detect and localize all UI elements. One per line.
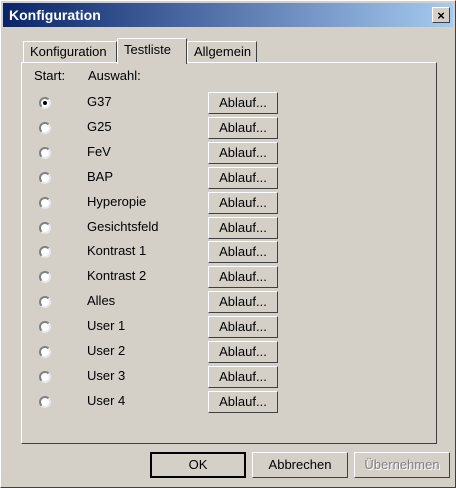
ablauf-label: Ablauf... [219,244,267,260]
start-radio[interactable] [39,146,51,159]
start-radio[interactable] [39,296,51,309]
start-radio[interactable] [39,97,51,109]
close-button[interactable]: × [432,7,450,23]
ok-label: OK [188,457,208,472]
window-title: Konfiguration [9,7,101,23]
test-label: User 4 [87,392,126,408]
test-label: User 2 [87,343,126,358]
start-radio[interactable] [39,395,51,408]
title-bar[interactable]: Konfiguration × [3,3,453,27]
ablauf-button[interactable]: Ablauf... [208,191,278,214]
ablauf-button[interactable]: Ablauf... [208,166,278,189]
test-row: Alles Ablauf... [35,291,295,316]
ablauf-label: Ablauf... [219,344,267,359]
test-label: Kontrast 2 [87,268,147,284]
ablauf-button[interactable]: Ablauf... [208,92,278,114]
ablauf-label: Ablauf... [219,119,267,135]
start-radio[interactable] [39,271,51,284]
test-row: Kontrast 1 Ablauf... [35,241,295,266]
test-row: User 1 Ablauf... [35,316,295,341]
ablauf-button[interactable]: Ablauf... [208,390,278,413]
apply-label: Übernehmen [364,457,440,472]
cancel-button[interactable]: Abbrechen [252,452,348,478]
tab-konfiguration[interactable]: Konfiguration [23,41,117,62]
test-row: BAP Ablauf... [35,166,295,192]
test-label: Hyperopie [87,193,147,209]
start-radio[interactable] [39,196,51,209]
ablauf-label: Ablauf... [219,194,267,210]
auswahl-column-header: Auswahl: [88,68,141,83]
ablauf-label: Ablauf... [219,169,267,185]
config-dialog: Konfiguration × Konfiguration Testliste … [0,0,456,488]
test-label: G25 [87,118,112,134]
ablauf-button[interactable]: Ablauf... [208,341,278,363]
ablauf-button[interactable]: Ablauf... [208,116,278,139]
test-label: User 1 [87,318,126,334]
tab-allgemein[interactable]: Allgemein [187,41,257,62]
test-row: Kontrast 2 Ablauf... [35,266,295,291]
ablauf-button[interactable]: Ablauf... [208,216,278,239]
ablauf-label: Ablauf... [219,294,267,310]
ablauf-button[interactable]: Ablauf... [208,291,278,314]
start-radio[interactable] [39,321,51,334]
ablauf-button[interactable]: Ablauf... [208,365,278,388]
apply-button: Übernehmen [354,452,450,478]
close-icon: × [437,8,445,23]
test-row: User 2 Ablauf... [35,341,295,366]
ok-button[interactable]: OK [150,452,246,478]
start-column-header: Start: [34,68,66,83]
start-radio[interactable] [39,246,51,259]
tab-label: Konfiguration [30,44,107,59]
test-label: FeV [87,143,111,159]
start-radio[interactable] [39,171,51,184]
test-row: G37 Ablauf... [35,92,295,117]
ablauf-button[interactable]: Ablauf... [208,266,278,289]
tab-label: Allgemein [194,44,252,59]
ablauf-label: Ablauf... [219,95,267,110]
test-label: Gesichtsfeld [87,218,159,234]
start-radio[interactable] [39,370,51,383]
test-label: G37 [87,94,112,109]
tab-testliste[interactable]: Testliste [117,38,187,64]
cancel-label: Abbrechen [268,457,332,472]
ablauf-label: Ablauf... [219,144,267,160]
test-label: Alles [87,293,116,309]
test-label: BAP [87,168,114,184]
test-row: FeV Ablauf... [35,141,295,167]
test-row: Gesichtsfeld Ablauf... [35,216,295,242]
test-label: Kontrast 1 [87,243,147,259]
ablauf-button[interactable]: Ablauf... [208,241,278,264]
test-row: User 4 Ablauf... [35,390,295,416]
ablauf-label: Ablauf... [219,393,267,409]
tab-label: Testliste [124,42,171,57]
start-radio[interactable] [39,121,51,134]
ablauf-label: Ablauf... [219,219,267,235]
ablauf-label: Ablauf... [219,319,267,335]
start-radio[interactable] [39,346,51,358]
ablauf-button[interactable]: Ablauf... [208,141,278,164]
start-radio[interactable] [39,221,51,234]
test-label: User 3 [87,367,126,383]
test-row: G25 Ablauf... [35,116,295,142]
ablauf-label: Ablauf... [219,368,267,384]
test-row: Hyperopie Ablauf... [35,191,295,217]
test-row: User 3 Ablauf... [35,365,295,391]
ablauf-button[interactable]: Ablauf... [208,316,278,339]
ablauf-label: Ablauf... [219,269,267,285]
